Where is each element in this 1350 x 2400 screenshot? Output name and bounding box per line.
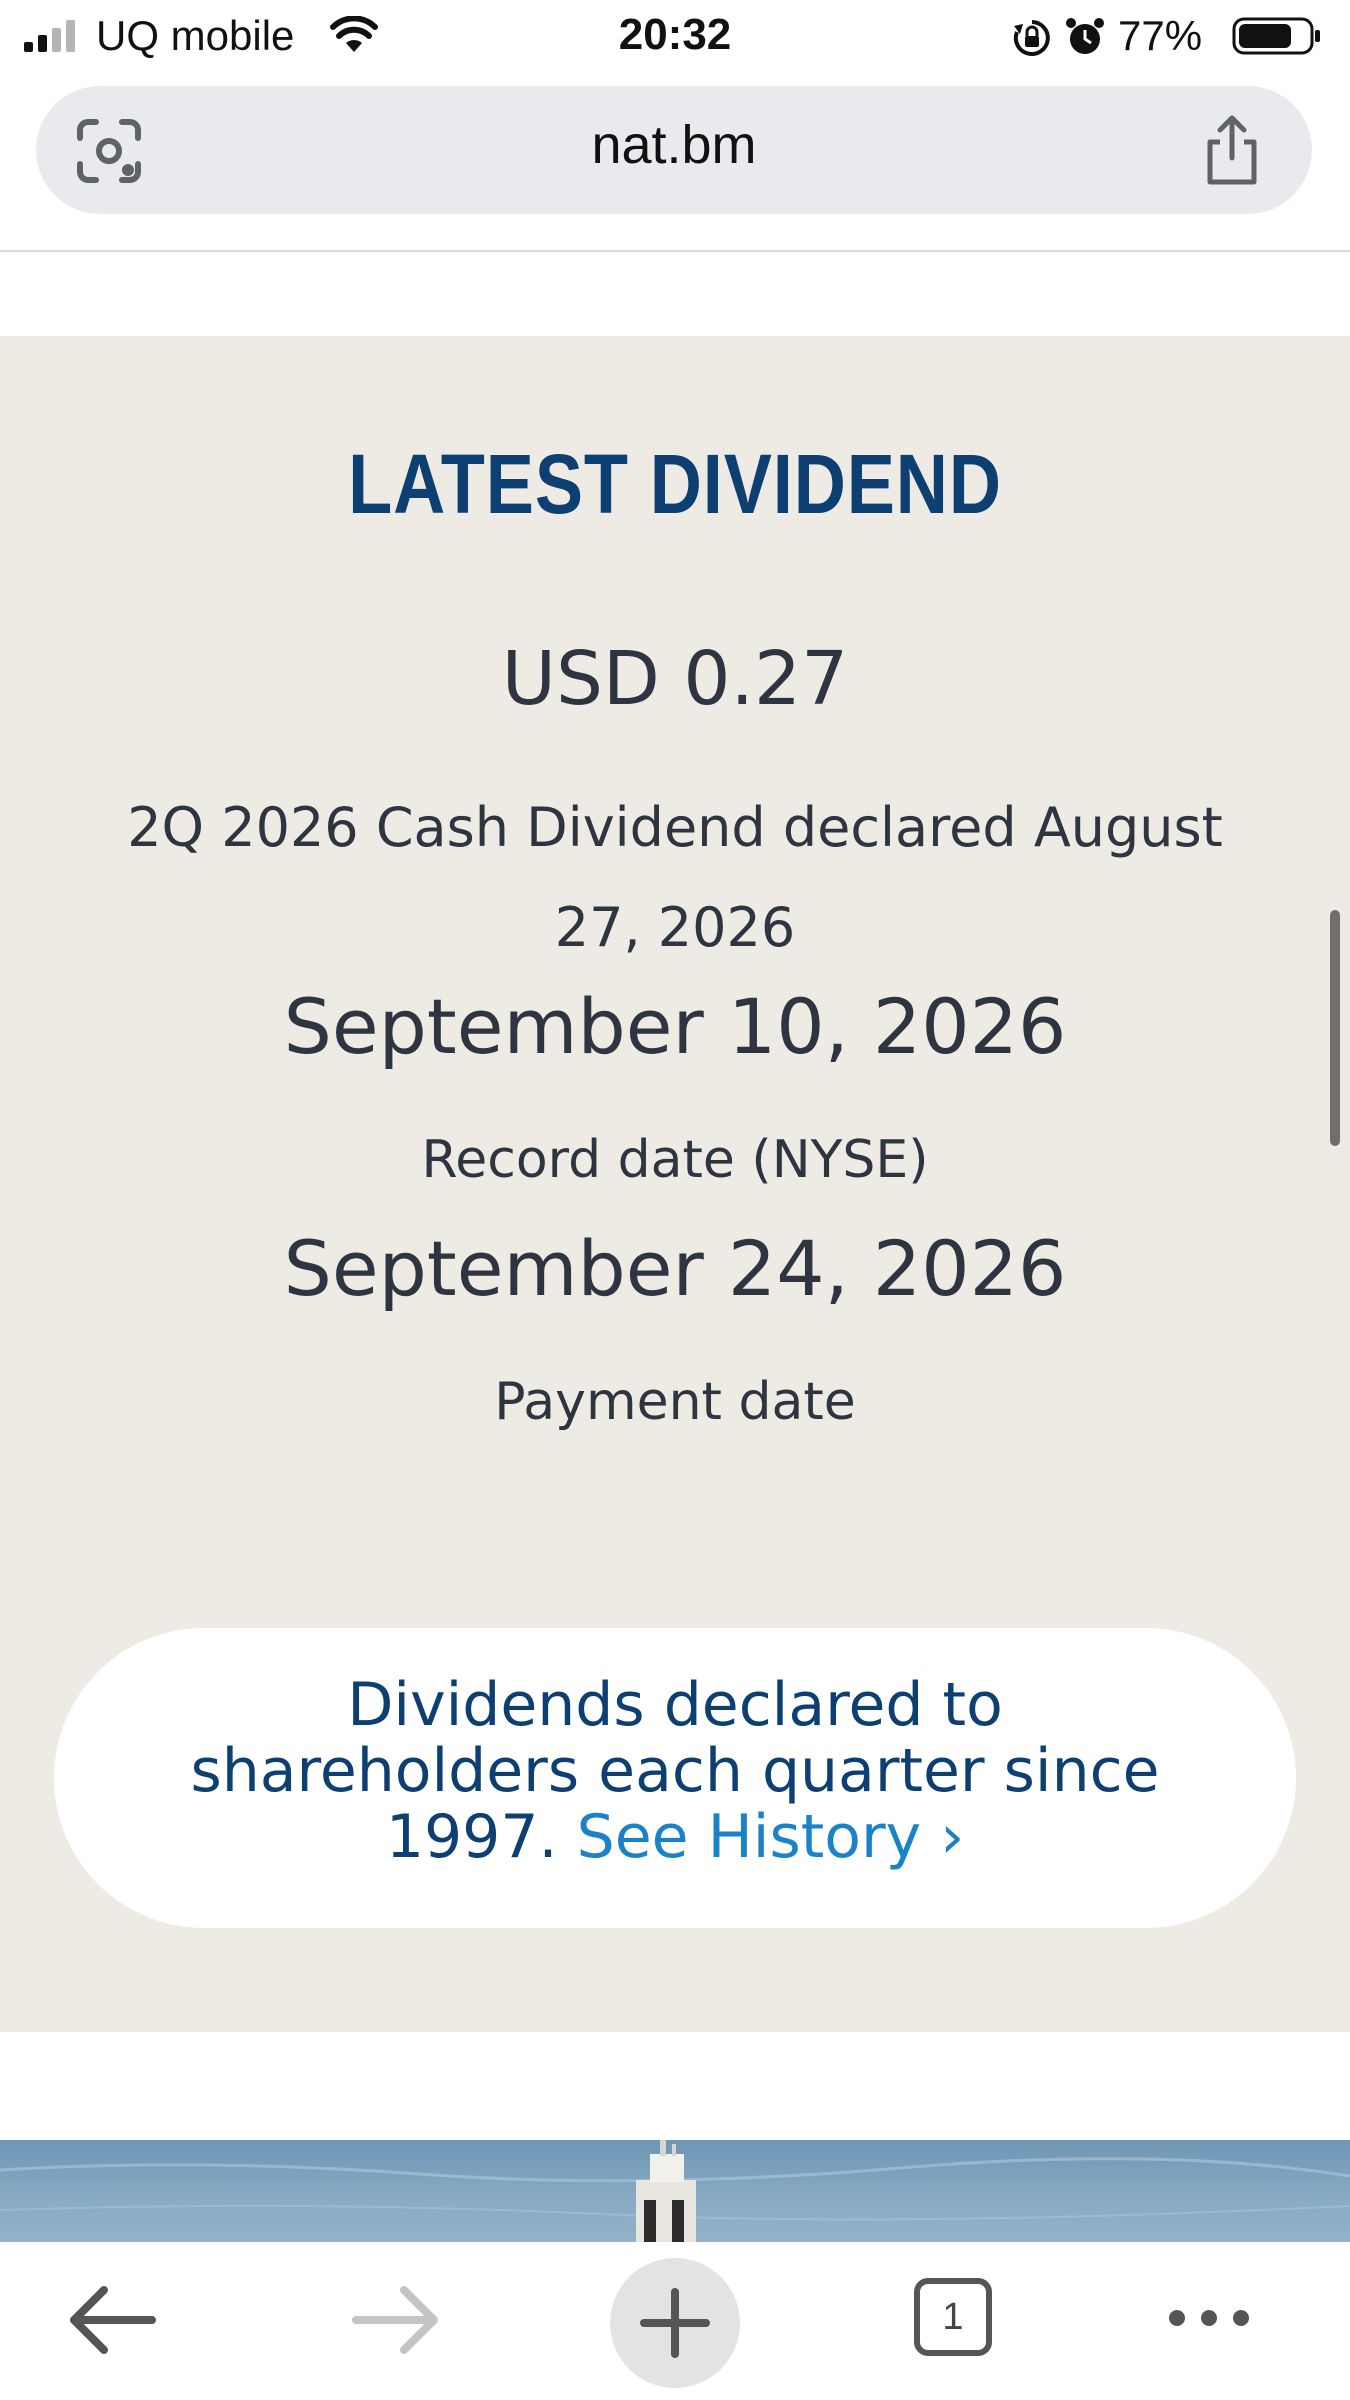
- history-callout-text: Dividends declared to shareholders each …: [174, 1672, 1176, 1870]
- browser-toolbar: 1: [0, 2242, 1350, 2400]
- see-history-link[interactable]: See History ›: [577, 1802, 965, 1872]
- dividend-amount: USD 0.27: [501, 636, 849, 722]
- arrow-left-icon: [70, 2286, 156, 2354]
- new-tab-button[interactable]: [610, 2258, 740, 2388]
- alarm-icon: [1066, 18, 1104, 54]
- tab-switcher-button[interactable]: 1: [890, 2262, 1020, 2378]
- payment-date-label: Payment date: [494, 1372, 856, 1432]
- forward-button[interactable]: [330, 2262, 460, 2378]
- back-button[interactable]: [48, 2262, 178, 2378]
- url-text[interactable]: nat.bm: [36, 114, 1312, 176]
- payment-date: September 24, 2026: [283, 1224, 1067, 1313]
- dividend-declaration: 2Q 2026 Cash Dividend declared August 27…: [127, 796, 1223, 959]
- scrollbar-thumb[interactable]: [1330, 910, 1340, 1146]
- address-bar[interactable]: nat.bm: [36, 86, 1312, 214]
- ship-illustration: [0, 2140, 1350, 2242]
- record-date: September 10, 2026: [283, 982, 1067, 1071]
- share-icon[interactable]: [1200, 114, 1264, 186]
- more-menu-button[interactable]: [1144, 2262, 1274, 2378]
- status-bar: UQ mobile 20:32 77%: [0, 0, 1350, 74]
- dividend-history-callout: Dividends declared to shareholders each …: [54, 1628, 1296, 1928]
- record-date-label: Record date (NYSE): [421, 1130, 929, 1190]
- arrow-right-icon: [352, 2286, 438, 2354]
- battery-icon: [1232, 17, 1320, 55]
- section-title: LATEST DIVIDEND: [348, 437, 1002, 531]
- latest-dividend-section: LATEST DIVIDEND USD 0.27 2Q 2026 Cash Di…: [0, 336, 1350, 2032]
- plus-icon: [640, 2288, 710, 2358]
- header-divider: [0, 250, 1350, 252]
- tab-count: 1: [914, 2278, 992, 2356]
- battery-percent: 77%: [1118, 12, 1203, 59]
- harbor-photo: [0, 2140, 1350, 2242]
- orientation-lock-icon: [1013, 20, 1050, 56]
- more-dots-icon: [1169, 2310, 1249, 2326]
